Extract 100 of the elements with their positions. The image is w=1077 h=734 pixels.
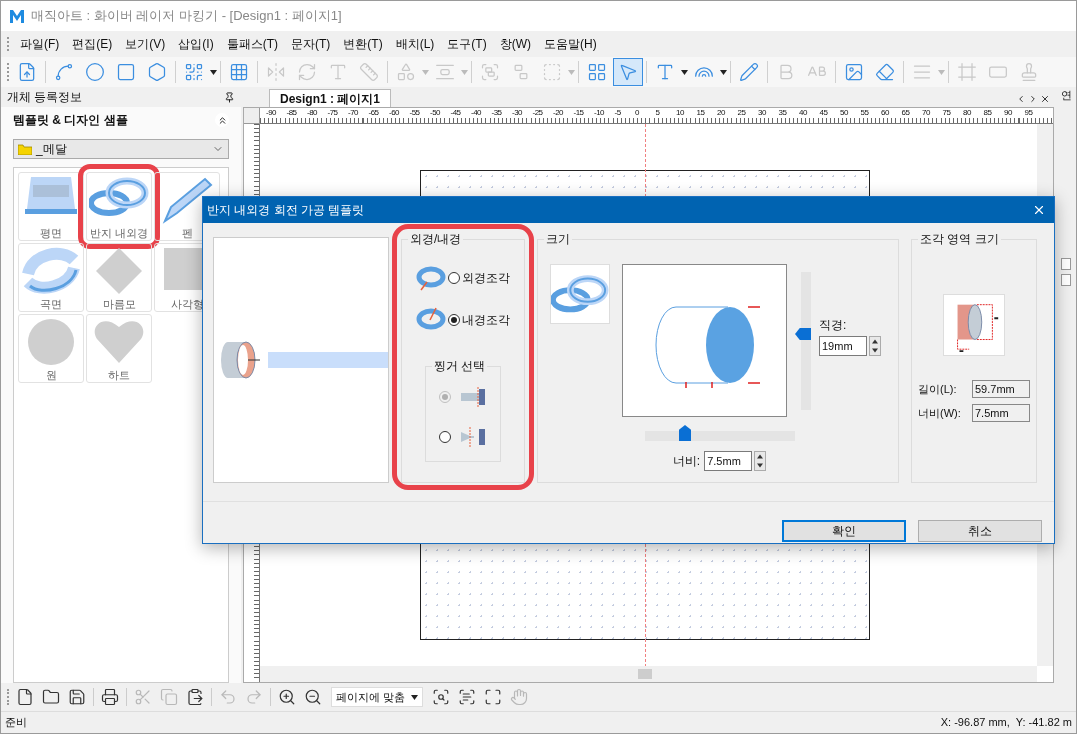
spin-up-icon xyxy=(870,337,880,346)
cut-icon xyxy=(134,688,152,706)
menu-item[interactable]: 문자(T) xyxy=(285,35,337,53)
app-logo-icon xyxy=(9,8,25,24)
caret-icon[interactable] xyxy=(210,69,217,75)
eraser-icon xyxy=(875,62,895,82)
dialog-button[interactable]: 취소 xyxy=(918,520,1042,542)
field-label: 너비(W): xyxy=(918,405,962,421)
image-icon xyxy=(844,62,864,82)
ring-dimension-drawing xyxy=(943,294,1005,356)
grid-icon xyxy=(229,62,249,82)
width-readout-field: 7.5mm xyxy=(972,404,1030,422)
mirror-icon xyxy=(266,62,286,82)
field-label: 길이(L): xyxy=(918,381,958,397)
radio-label: 내경조각 xyxy=(462,312,510,329)
zoom-text-icon xyxy=(458,688,477,706)
frame-icon xyxy=(957,62,977,82)
zoom-dropdown[interactable]: 페이지에 맞춤 xyxy=(331,687,424,707)
diamond-icon xyxy=(94,246,144,296)
menu-item[interactable]: 파일(F) xyxy=(14,35,66,53)
radio-button[interactable] xyxy=(448,272,460,284)
panel-title: 개체 등록정보 xyxy=(7,89,83,106)
copy-icon xyxy=(160,688,178,706)
qr-code-icon xyxy=(184,62,204,82)
template-item[interactable]: 평면 xyxy=(18,172,84,241)
close-icon[interactable] xyxy=(1040,94,1050,104)
file-icon xyxy=(16,688,34,706)
collapse-button[interactable] xyxy=(215,113,229,127)
spinner-control[interactable] xyxy=(869,336,881,356)
spinner-control[interactable] xyxy=(754,451,767,471)
flat-plate-icon xyxy=(25,175,77,215)
ring-engraving-icon xyxy=(416,264,446,292)
horizontal-scrollbar[interactable] xyxy=(260,666,1037,682)
close-icon[interactable] xyxy=(1032,203,1046,217)
paste-icon xyxy=(186,688,204,706)
pointer-icon xyxy=(618,62,638,82)
text-icon xyxy=(655,62,675,82)
rings-icon xyxy=(89,175,149,219)
diameter-field[interactable]: 19mm xyxy=(819,336,867,356)
rotate-icon xyxy=(297,62,317,82)
menu-item[interactable]: 툴패스(T) xyxy=(220,35,284,53)
template-label: 원 xyxy=(45,368,57,382)
document-tab[interactable]: Design1 : 페이지1 xyxy=(269,89,392,107)
template-item[interactable]: 곡면 xyxy=(18,243,84,312)
circle-icon xyxy=(85,62,105,82)
panel-tab[interactable]: 연 xyxy=(1060,87,1072,104)
slider-thumb[interactable] xyxy=(795,328,811,341)
curved-band-icon xyxy=(22,246,80,296)
menu-item[interactable]: 변환(T) xyxy=(337,35,389,53)
template-item[interactable]: 반지 내외경 xyxy=(86,172,152,241)
folder-icon xyxy=(18,143,32,155)
panel-button[interactable] xyxy=(1061,273,1071,286)
align-icon xyxy=(435,62,455,82)
pin-icon[interactable] xyxy=(224,91,235,103)
dialog-button[interactable]: 확인 xyxy=(782,520,906,542)
radio-button[interactable] xyxy=(448,314,460,326)
hexagon-icon xyxy=(147,62,167,82)
pencil-icon xyxy=(739,62,759,82)
scroll-left-icon[interactable] xyxy=(1016,94,1026,104)
width-field[interactable]: 7.5mm xyxy=(704,451,753,471)
stamp-icon xyxy=(1019,62,1039,82)
zoom-out-icon xyxy=(304,688,322,706)
panel-button[interactable] xyxy=(1061,257,1071,270)
radio-button[interactable] xyxy=(439,431,451,443)
clamp-icon xyxy=(459,387,487,407)
menu-item[interactable]: 배치(L) xyxy=(389,35,441,53)
layout-icon xyxy=(587,62,607,82)
template-item[interactable]: 원 xyxy=(18,314,84,383)
template-label: 사각형 xyxy=(170,297,204,311)
template-item[interactable]: 하트 xyxy=(86,314,152,383)
template-item[interactable]: 마름모 xyxy=(86,243,152,312)
menu-item[interactable]: 편집(E) xyxy=(66,35,119,53)
template-label: 마름모 xyxy=(102,297,136,311)
slider-thumb[interactable] xyxy=(679,425,691,441)
cursor-coordinates: X: -96.87 mm, Y: -41.82 m xyxy=(940,715,1072,731)
zoom-area-icon xyxy=(432,688,451,706)
ruler-corner[interactable] xyxy=(244,108,260,124)
group-title: 찡거 선택 xyxy=(432,358,488,374)
chuck-icon xyxy=(459,427,487,447)
text-icon xyxy=(328,62,348,82)
spin-up-icon xyxy=(755,452,766,461)
save-icon xyxy=(68,688,86,706)
caret-icon[interactable] xyxy=(681,69,688,75)
caret-icon[interactable] xyxy=(720,69,727,75)
length-field: 59.7mm xyxy=(972,380,1030,398)
square-icon xyxy=(116,62,136,82)
zoom-fit-icon xyxy=(484,688,503,706)
template-label: 펜 xyxy=(181,226,193,240)
menu-item[interactable]: 창(W) xyxy=(493,35,537,53)
template-label: 반지 내외경 xyxy=(90,226,148,240)
menu-item[interactable]: 삽입(I) xyxy=(172,35,220,53)
template-label: 평면 xyxy=(40,226,62,240)
menu-item[interactable]: 보기(V) xyxy=(119,35,172,53)
scroll-right-icon[interactable] xyxy=(1028,94,1038,104)
ruler-icon xyxy=(359,62,379,82)
spin-down-icon xyxy=(870,346,880,355)
menu-item[interactable]: 도움말(H) xyxy=(537,35,603,53)
menu-item[interactable]: 도구(T) xyxy=(441,35,493,53)
folder-dropdown[interactable]: _메달 xyxy=(13,139,229,159)
status-message: 준비 xyxy=(5,715,27,731)
